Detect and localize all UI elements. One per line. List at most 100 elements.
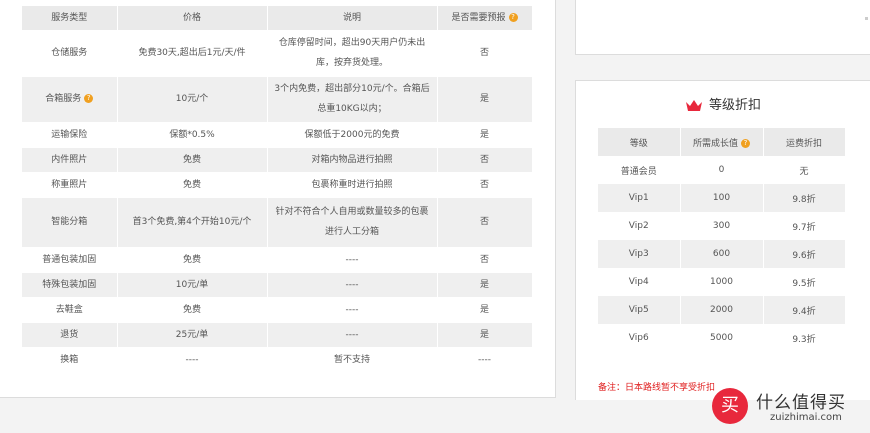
description-cell: ---- [267,297,438,323]
description-line: 库，按弃货处理。 [315,58,388,68]
table-row: 换箱 ---- 暂不支持 ---- [22,347,533,373]
header-growth-label: 所需成长值 [692,138,738,149]
price-cell: 免费 [117,297,268,323]
discount-note: 备注：日本路线暂不享受折扣 [598,383,716,393]
description-line: ---- [345,304,359,315]
services-header-row: 服务类型 价格 说明 是否需要预报? [22,6,533,31]
level-growth-cell: 300 [680,212,764,240]
forecast-cell: 否 [437,30,533,77]
level-level-cell: Vip6 [598,324,681,352]
forecast-cell: 是 [437,272,533,298]
level-header-row: 等级 所需成长值? 运费折扣 [598,128,846,156]
level-discount-cell: 9.3折 [763,324,846,352]
price-cell: 10元/个 [117,76,268,123]
table-row: 普通会员 0 无 [598,156,846,184]
price-cell: 免费30天,超出后1元/天/件 [117,30,268,77]
description-cell: 3个内免费，超出部分10元/个。合箱后 总重10KG以内； [267,76,438,123]
description-line: 暂不支持 [333,354,370,365]
service-type-cell: 合箱服务? [22,76,118,123]
description-line: 对箱内物品进行拍照 [311,154,393,165]
level-growth-cell: 1000 [680,268,764,296]
watermark-logo: 买 [712,388,748,424]
description-line: 包裹称重时进行拍照 [311,179,393,190]
service-type-cell: 运输保险 [22,122,118,148]
services-table: 服务类型 价格 说明 是否需要预报? 仓储服务 免费30天,超出后1元/天/件 仓库… [22,6,533,373]
description-line: 仓库停留时间，超出90天用户仍未出 [278,38,426,48]
price-cell: 10元/单 [117,272,268,298]
table-row: 退货 25元/单 ---- 是 [22,322,533,348]
level-level-cell: Vip3 [598,240,681,268]
forecast-cell: 是 [437,122,533,148]
level-level-cell: Vip5 [598,296,681,324]
forecast-cell: 是 [437,297,533,323]
table-row: 去鞋盒 免费 ---- 是 [22,297,533,323]
header-level: 等级 [598,128,681,156]
help-icon[interactable]: ? [741,138,750,148]
crown-icon [685,100,702,111]
table-row: 称重照片 免费 包裹称重时进行拍照 否 [22,172,533,198]
forecast-cell: 否 [437,247,533,273]
level-level-cell: Vip4 [598,268,681,296]
description-cell: 暂不支持 [267,347,438,373]
table-row: Vip1 100 9.8折 [598,184,846,212]
service-type-text: 运输保险 [51,129,88,140]
help-icon[interactable]: ? [84,94,94,103]
service-type-text: 特殊包装加固 [42,279,97,290]
service-type-text: 换箱 [60,354,79,365]
header-service-type: 服务类型 [22,6,118,31]
service-type-text: 退货 [60,329,79,340]
forecast-cell: 是 [437,76,533,123]
service-type-cell: 特殊包装加固 [22,272,118,298]
price-cell: 免费 [117,172,268,198]
level-level-cell: Vip2 [598,212,681,240]
service-type-cell: 内件照片 [22,147,118,173]
watermark-site-name: 什么值得买 [756,393,846,413]
service-type-text: 智能分箱 [51,217,88,227]
right-top-panel [575,0,870,55]
description-line: ---- [345,279,359,290]
level-growth-cell: 2000 [680,296,764,324]
service-type-cell: 普通包装加固 [22,247,118,273]
table-row: 合箱服务? 10元/个 3个内免费，超出部分10元/个。合箱后 总重10KG以内；是 [22,76,533,123]
forecast-cell: ---- [437,347,533,373]
description-line: 总重10KG以内； [317,104,387,114]
service-type-cell: 仓储服务 [22,30,118,77]
table-row: 特殊包装加固 10元/单 ---- 是 [22,272,533,298]
table-row: Vip3 600 9.6折 [598,240,846,268]
watermark-site-url: zuizhimai.com [770,412,842,423]
header-growth: 所需成长值? [680,128,764,156]
forecast-cell: 否 [437,172,533,198]
description-cell: ---- [267,272,438,298]
header-price: 价格 [117,6,268,31]
services-body: 仓储服务 免费30天,超出后1元/天/件 仓库停留时间，超出90天用户仍未出 库，按弃… [22,30,533,373]
description-line: 进行人工分箱 [324,227,379,237]
service-type-text: 仓储服务 [51,48,88,58]
level-growth-cell: 600 [680,240,764,268]
forecast-cell: 是 [437,322,533,348]
level-discount-cell: 9.6折 [763,240,846,268]
level-level-cell: Vip1 [598,184,681,212]
description-cell: 仓库停留时间，超出90天用户仍未出 库，按弃货处理。 [267,30,438,77]
service-type-text: 内件照片 [51,154,88,165]
service-type-text: 普通包装加固 [42,254,97,265]
level-growth-cell: 5000 [680,324,764,352]
service-type-text: 称重照片 [51,179,88,190]
description-cell: ---- [267,322,438,348]
description-line: 针对不符合个人自用或数量较多的包裹 [275,207,429,217]
level-discount-panel: 等级折扣 等级 所需成长值? 运费折扣 普通会员 0 无 Vip1 100 9.8折 Vip… [575,80,870,400]
watermark: 买 什么值得买 zuizhimai.com [706,384,870,433]
service-type-cell: 智能分箱 [22,197,118,248]
level-level-cell: 普通会员 [598,156,681,184]
level-discount-cell: 9.5折 [763,268,846,296]
table-row: 内件照片 免费 对箱内物品进行拍照 否 [22,147,533,173]
description-line: 3个内免费，超出部分10元/个。合箱后 [274,84,430,94]
service-type-cell: 称重照片 [22,172,118,198]
decoration-dot [865,17,868,20]
description-cell: 保额低于2000元的免费 [267,122,438,148]
level-discount-cell: 9.8折 [763,184,846,212]
header-description: 说明 [267,6,438,31]
price-cell: ---- [117,347,268,373]
price-cell: 保额*0.5% [117,122,268,148]
table-row: Vip4 1000 9.5折 [598,268,846,296]
help-icon[interactable]: ? [508,12,518,22]
